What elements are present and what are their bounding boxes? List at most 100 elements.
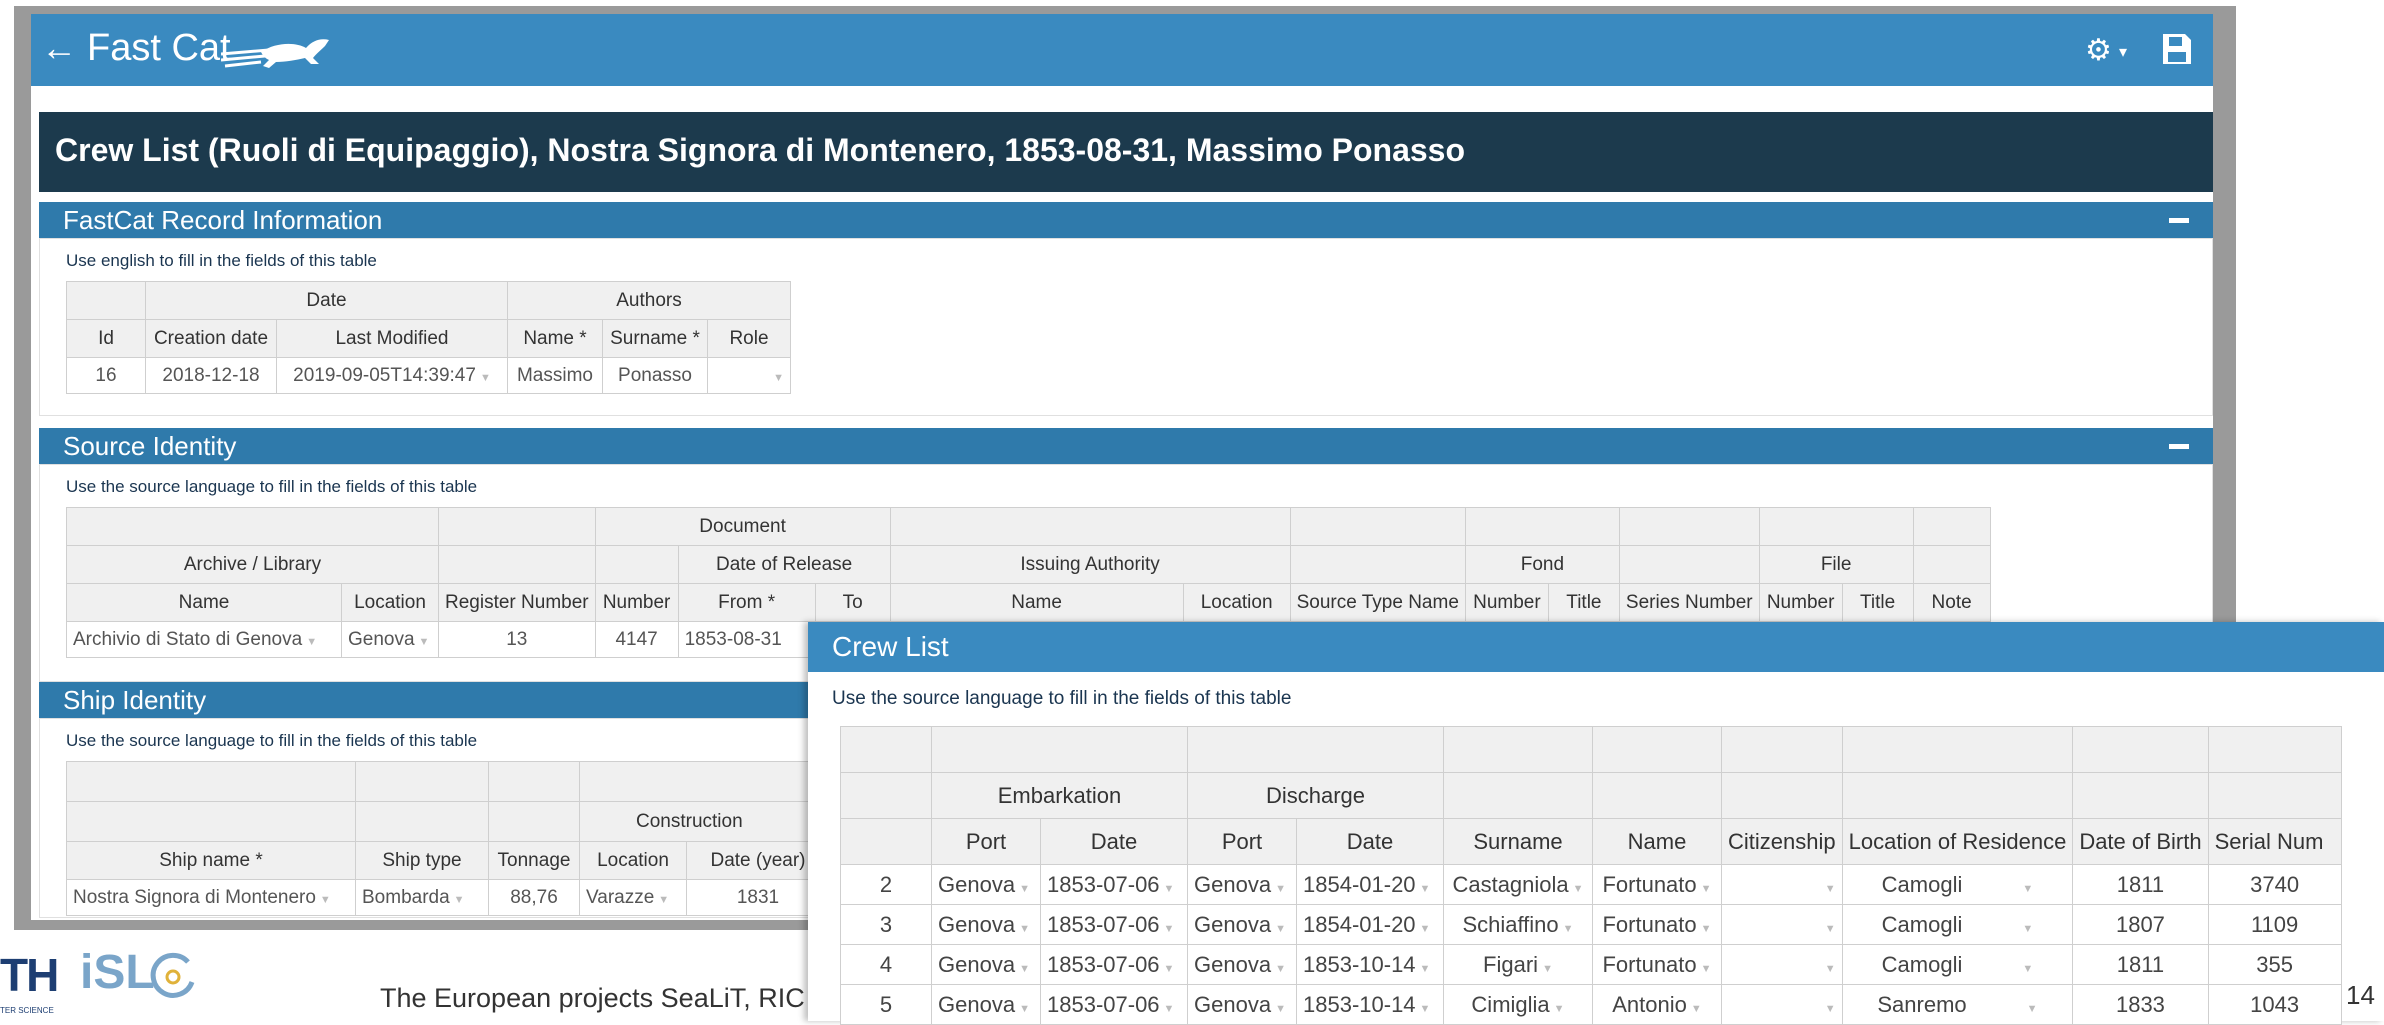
dropdown-arrow-icon[interactable]: ▼ [1554, 1003, 1565, 1015]
dropdown-arrow-icon[interactable]: ▼ [1701, 883, 1712, 895]
cell-embarkation-port[interactable]: Genova ▼ [931, 944, 1041, 985]
dropdown-arrow-icon[interactable]: ▼ [1019, 1003, 1030, 1015]
cell-author-role[interactable]: ▼ [707, 357, 791, 394]
dropdown-arrow-icon[interactable]: ▼ [2022, 923, 2033, 935]
cell-construction-location[interactable]: Varazze ▼ [579, 879, 687, 916]
cell-discharge-port[interactable]: Genova ▼ [1187, 904, 1297, 945]
cell-surname[interactable]: Castagniola ▼ [1443, 864, 1593, 905]
cell-archive-name[interactable]: Archivio di Stato di Genova ▼ [66, 621, 342, 658]
chevron-down-icon[interactable]: ▾ [2119, 42, 2127, 62]
dropdown-arrow-icon[interactable]: ▼ [1420, 923, 1431, 935]
crew-list-header[interactable]: Crew List [808, 622, 2384, 672]
cell-discharge-date[interactable]: 1853-10-14 ▼ [1296, 944, 1444, 985]
cell-embarkation-date[interactable]: 1853-07-06 ▼ [1040, 944, 1188, 985]
cell-embarkation-port[interactable]: Genova ▼ [931, 904, 1041, 945]
dropdown-arrow-icon[interactable]: ▼ [1825, 923, 1836, 935]
cell-serial-number[interactable]: 3740 [2207, 864, 2342, 905]
dropdown-arrow-icon[interactable]: ▼ [1420, 1003, 1431, 1015]
cell-citizenship[interactable]: ▼ [1721, 984, 1843, 1025]
dropdown-arrow-icon[interactable]: ▼ [454, 894, 465, 906]
cell-ship-type[interactable]: Bombarda ▼ [355, 879, 489, 916]
save-icon[interactable] [2163, 34, 2191, 64]
cell-surname[interactable]: Cimiglia ▼ [1443, 984, 1593, 1025]
cell-archive-location[interactable]: Genova ▼ [341, 621, 439, 658]
cell-serial-number[interactable]: 1043 [2207, 984, 2342, 1025]
cell-tonnage[interactable]: 88,76 [488, 879, 580, 916]
dropdown-arrow-icon[interactable]: ▼ [658, 894, 669, 906]
dropdown-arrow-icon[interactable]: ▼ [2022, 883, 2033, 895]
cell-date-of-birth[interactable]: 1811 [2072, 944, 2209, 985]
cell-serial-number[interactable]: 1109 [2207, 904, 2342, 945]
dropdown-arrow-icon[interactable]: ▼ [1164, 963, 1175, 975]
dropdown-arrow-icon[interactable]: ▼ [1701, 963, 1712, 975]
cell-discharge-date[interactable]: 1854-01-20 ▼ [1296, 904, 1444, 945]
cell-author-surname[interactable]: Ponasso [602, 357, 708, 394]
cell-name[interactable]: Fortunato ▼ [1592, 864, 1722, 905]
cell-date-of-birth[interactable]: 1811 [2072, 864, 2209, 905]
gear-icon[interactable]: ⚙ [2085, 34, 2112, 68]
cell-serial-number[interactable]: 355 [2207, 944, 2342, 985]
dropdown-arrow-icon[interactable]: ▼ [2022, 963, 2033, 975]
back-arrow-icon[interactable]: ← [41, 28, 77, 68]
cell-last-modified[interactable]: 2019-09-05T14:39:47 ▼ [276, 357, 508, 394]
dropdown-arrow-icon[interactable]: ▼ [1542, 963, 1553, 975]
cell-embarkation-date[interactable]: 1853-07-06 ▼ [1040, 984, 1188, 1025]
dropdown-arrow-icon[interactable]: ▼ [1573, 883, 1584, 895]
cell-embarkation-port[interactable]: Genova ▼ [931, 984, 1041, 1025]
cell-date-of-birth[interactable]: 1833 [2072, 984, 2209, 1025]
dropdown-arrow-icon[interactable]: ▼ [2027, 1003, 2038, 1015]
dropdown-arrow-icon[interactable]: ▼ [1164, 923, 1175, 935]
source-panel-header[interactable]: Source Identity [39, 428, 2213, 464]
dropdown-arrow-icon[interactable]: ▼ [1825, 883, 1836, 895]
cell-discharge-port[interactable]: Genova ▼ [1187, 944, 1297, 985]
app-brand[interactable]: Fast Cat [87, 26, 231, 70]
dropdown-arrow-icon[interactable]: ▼ [1563, 923, 1574, 935]
cell-discharge-port[interactable]: Genova ▼ [1187, 984, 1297, 1025]
dropdown-arrow-icon[interactable]: ▼ [1275, 963, 1286, 975]
cell-surname[interactable]: Schiaffino ▼ [1443, 904, 1593, 945]
dropdown-arrow-icon[interactable]: ▼ [1825, 963, 1836, 975]
dropdown-arrow-icon[interactable]: ▼ [320, 894, 331, 906]
dropdown-arrow-icon[interactable]: ▼ [1019, 963, 1030, 975]
cell-name[interactable]: Fortunato ▼ [1592, 944, 1722, 985]
cell-name[interactable]: Antonio ▼ [1592, 984, 1722, 1025]
cell-residence[interactable]: Camogli ▼ [1841, 944, 2074, 985]
dropdown-arrow-icon[interactable]: ▼ [1825, 1003, 1836, 1015]
cell-discharge-port[interactable]: Genova ▼ [1187, 864, 1297, 905]
cell-embarkation-date[interactable]: 1853-07-06 ▼ [1040, 864, 1188, 905]
cell-register-number[interactable]: 13 [438, 621, 596, 658]
dropdown-arrow-icon[interactable]: ▼ [1019, 883, 1030, 895]
dropdown-arrow-icon[interactable]: ▼ [480, 372, 491, 384]
dropdown-arrow-icon[interactable]: ▼ [1019, 923, 1030, 935]
cell-author-name[interactable]: Massimo [507, 357, 603, 394]
dropdown-arrow-icon[interactable]: ▼ [1164, 883, 1175, 895]
dropdown-arrow-icon[interactable]: ▼ [1420, 963, 1431, 975]
collapse-icon[interactable] [2169, 444, 2189, 449]
cell-name[interactable]: Fortunato ▼ [1592, 904, 1722, 945]
cell-citizenship[interactable]: ▼ [1721, 944, 1843, 985]
dropdown-arrow-icon[interactable]: ▼ [1701, 923, 1712, 935]
dropdown-arrow-icon[interactable]: ▼ [1691, 1003, 1702, 1015]
dropdown-arrow-icon[interactable]: ▼ [773, 372, 784, 384]
cell-residence[interactable]: Camogli ▼ [1841, 904, 2074, 945]
cell-citizenship[interactable]: ▼ [1721, 904, 1843, 945]
cell-residence[interactable]: Camogli ▼ [1841, 864, 2074, 905]
dropdown-arrow-icon[interactable]: ▼ [306, 636, 317, 648]
dropdown-arrow-icon[interactable]: ▼ [1275, 883, 1286, 895]
cell-document-number[interactable]: 4147 [594, 621, 679, 658]
cell-residence[interactable]: Sanremo ▼ [1841, 984, 2074, 1025]
dropdown-arrow-icon[interactable]: ▼ [1275, 923, 1286, 935]
cell-citizenship[interactable]: ▼ [1721, 864, 1843, 905]
dropdown-arrow-icon[interactable]: ▼ [419, 636, 430, 648]
cell-discharge-date[interactable]: 1854-01-20 ▼ [1296, 864, 1444, 905]
dropdown-arrow-icon[interactable]: ▼ [1164, 1003, 1175, 1015]
cell-embarkation-port[interactable]: Genova ▼ [931, 864, 1041, 905]
cell-release-from[interactable]: 1853-08-31 [677, 621, 816, 658]
cell-discharge-date[interactable]: 1853-10-14 ▼ [1296, 984, 1444, 1025]
cell-surname[interactable]: Figari ▼ [1443, 944, 1593, 985]
cell-date-of-birth[interactable]: 1807 [2072, 904, 2209, 945]
dropdown-arrow-icon[interactable]: ▼ [1275, 1003, 1286, 1015]
record-panel-header[interactable]: FastCat Record Information [39, 202, 2213, 238]
cell-embarkation-date[interactable]: 1853-07-06 ▼ [1040, 904, 1188, 945]
dropdown-arrow-icon[interactable]: ▼ [1420, 883, 1431, 895]
